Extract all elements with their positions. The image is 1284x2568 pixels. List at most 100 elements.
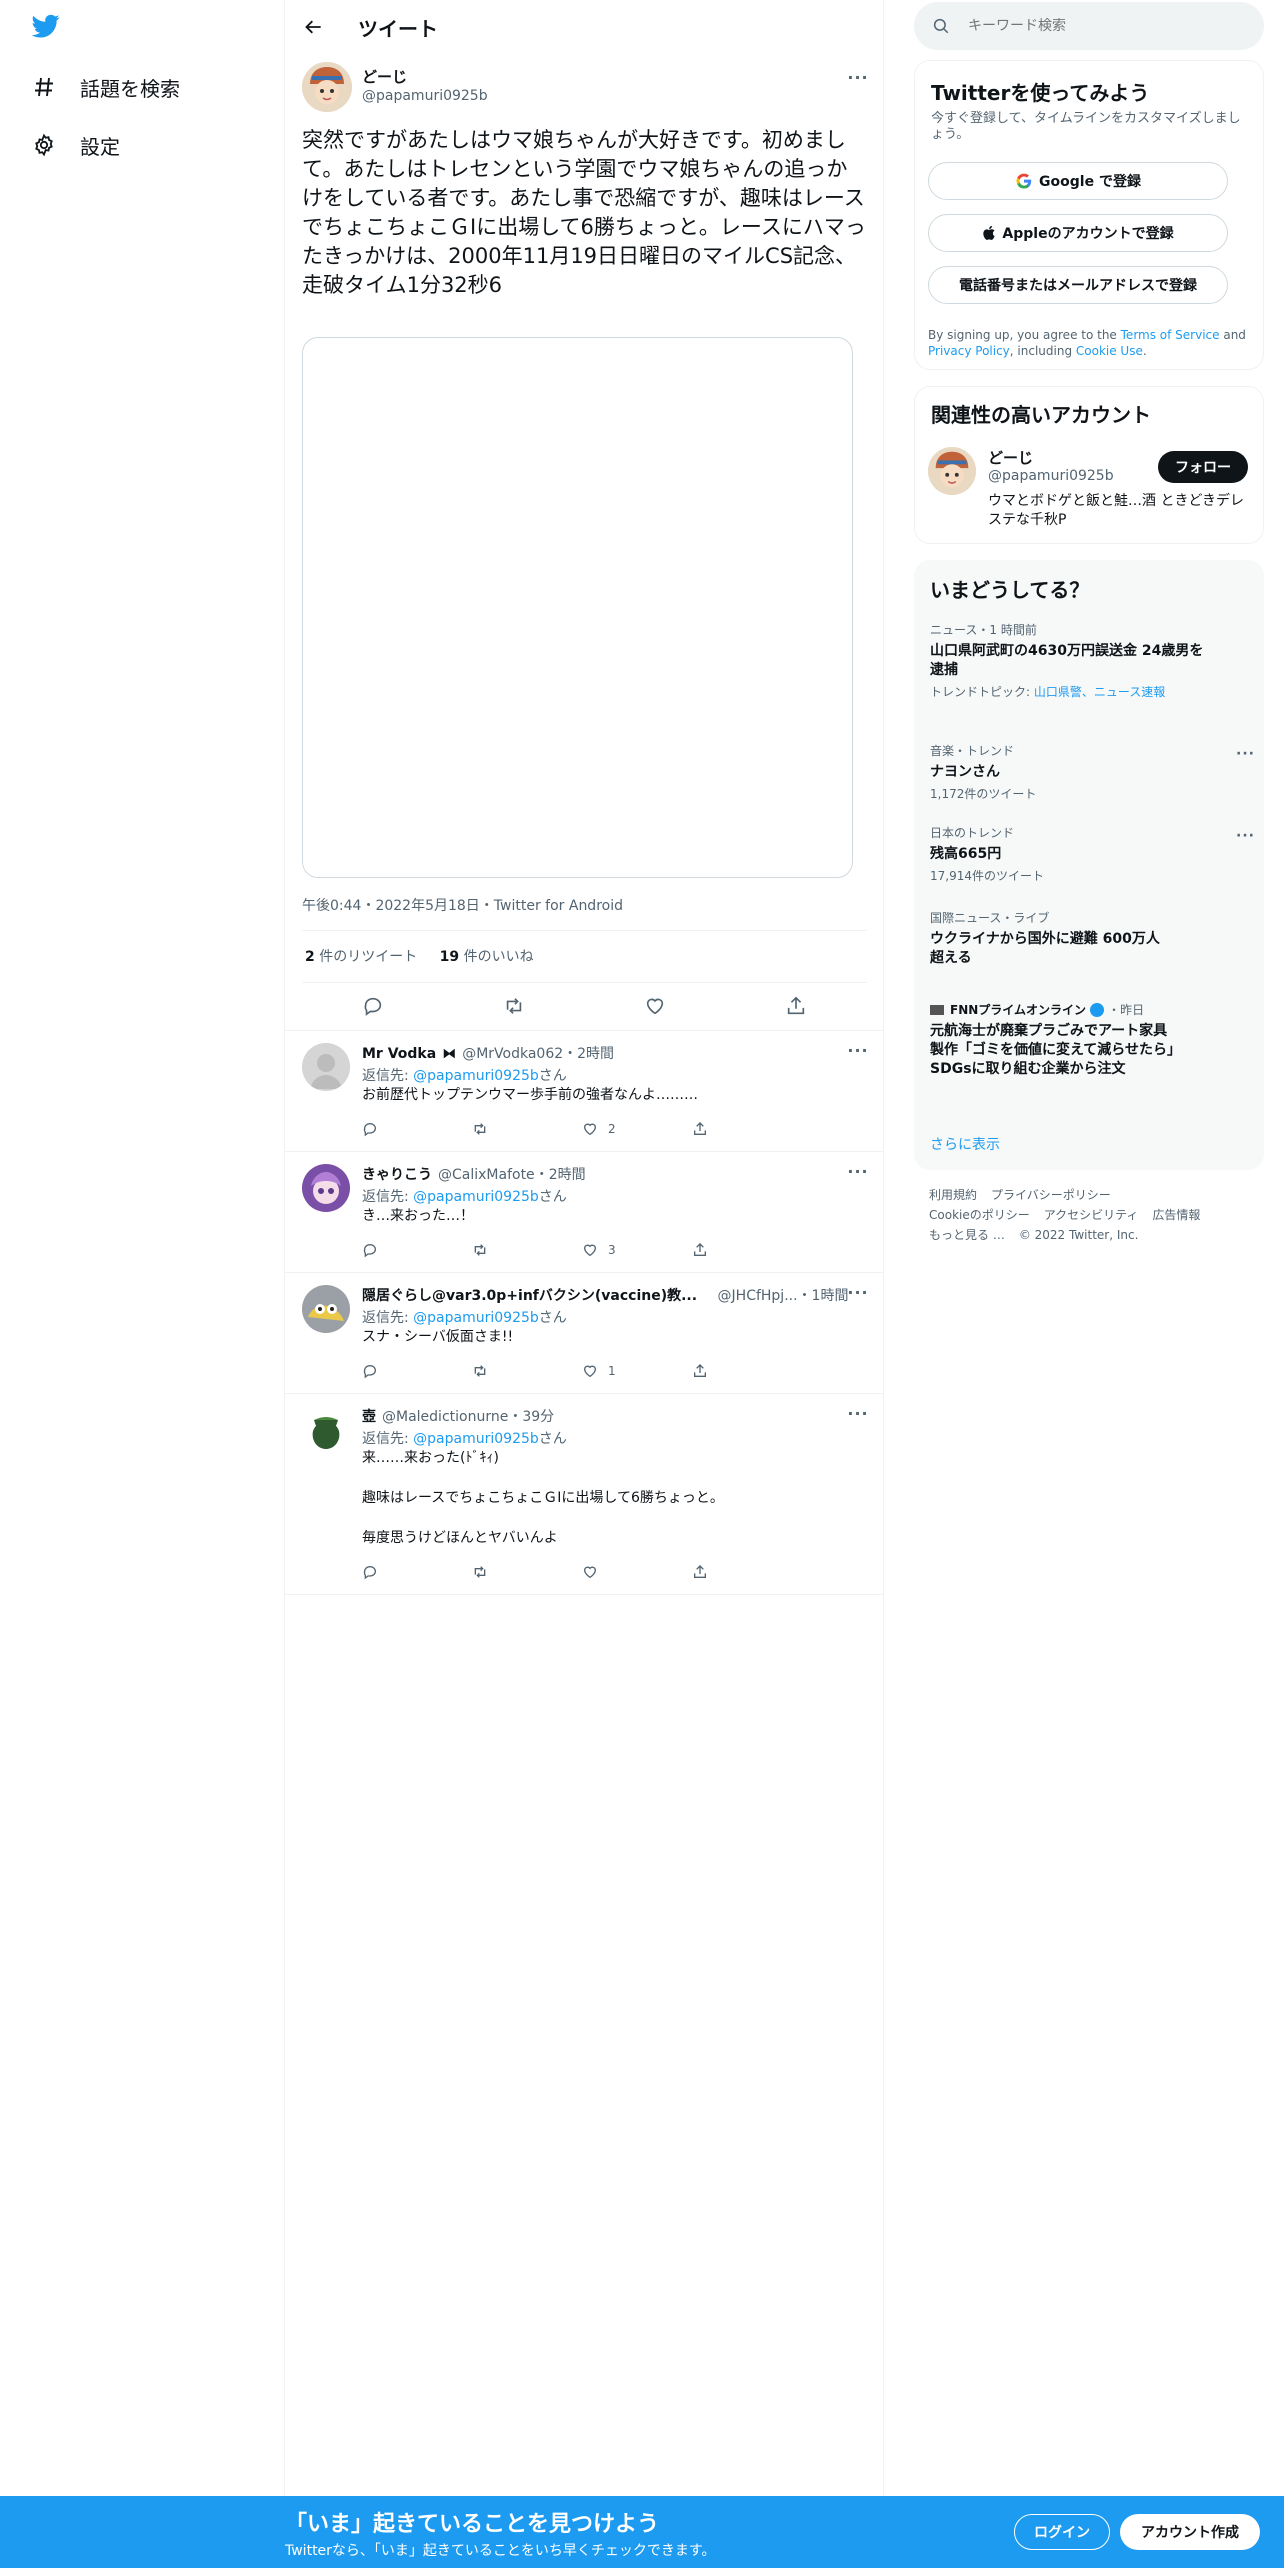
more-options-icon[interactable]: ··· [846, 1041, 870, 1060]
reply-icon[interactable] [362, 1363, 472, 1379]
related-title: 関連性の高いアカウント [931, 403, 1151, 427]
more-options-icon[interactable]: ··· [846, 1283, 870, 1302]
reply-to-link[interactable]: @papamuri0925b [413, 1310, 539, 1326]
reply-text: 来……来おった(ﾄﾞｷｨ) 趣味はレースでちょこちょこＧⅠに出場して6勝ちょっと… [362, 1450, 724, 1546]
author-name[interactable]: どーじ [362, 66, 407, 87]
like-stat[interactable]: 19 件のいいね [440, 949, 534, 965]
signup-subtitle: 今すぐ登録して、タイムラインをカスタマイズしましょう。 [931, 111, 1241, 142]
footer-link[interactable]: Cookieのポリシー [929, 1208, 1030, 1222]
like-icon[interactable]: 1 [582, 1363, 692, 1379]
more-options-icon[interactable]: ··· [846, 68, 870, 87]
signup-terms: By signing up, you agree to the Terms of… [928, 328, 1246, 358]
reply-item[interactable]: 隠居ぐらし@var3.0p+infバクシン(vaccine)教... @JHCf… [285, 1273, 884, 1394]
related-name[interactable]: どーじ [988, 447, 1033, 468]
reply-icon[interactable] [362, 1242, 472, 1258]
reply-item[interactable]: Mr Vodka ⧓ @MrVodka062・2時間 ··· 返信先: @papam… [285, 1031, 884, 1152]
signup-button[interactable]: アカウント作成 [1120, 2514, 1260, 2550]
share-icon[interactable] [781, 991, 811, 1021]
show-more-link[interactable]: さらに表示 [930, 1134, 1000, 1154]
retweet-icon[interactable] [472, 1121, 582, 1137]
trend-item[interactable]: ニュース・1 時間前 山口県阿武町の4630万円誤送金 24歳男を逮捕 トレンド… [930, 622, 1210, 700]
reply-to-link[interactable]: @papamuri0925b [413, 1068, 539, 1084]
retweet-icon[interactable] [499, 991, 529, 1021]
back-arrow-icon[interactable] [300, 13, 328, 41]
retweet-icon[interactable] [472, 1363, 582, 1379]
avatar[interactable] [302, 1043, 350, 1091]
privacy-link[interactable]: Privacy Policy [928, 344, 1010, 358]
reply-header: 隠居ぐらし@var3.0p+infバクシン(vaccine)教... @JHCf… [362, 1288, 849, 1304]
avatar[interactable] [928, 447, 976, 495]
bottom-signup-bar: 「いま」起きていることを見つけよう Twitterなら、「いま」起きていることを… [0, 2496, 1284, 2568]
trend-item[interactable]: 日本のトレンド 残高665円 17,914件のツイート [930, 825, 1210, 884]
reply-item[interactable]: 壺 @Maledictionurne・39分 ··· 返信先: @papamuri… [285, 1394, 884, 1595]
reply-actions: 1 [362, 1361, 802, 1381]
trend-item[interactable]: 音楽・トレンド ナヨンさん 1,172件のツイート [930, 743, 1210, 802]
footer-link[interactable]: アクセシビリティ [1044, 1208, 1139, 1222]
avatar[interactable] [302, 1406, 350, 1454]
like-icon[interactable]: 3 [582, 1242, 692, 1258]
share-icon[interactable] [692, 1121, 802, 1137]
retweet-stat[interactable]: 2 件のリツイート [305, 949, 417, 965]
related-handle[interactable]: @papamuri0925b [988, 468, 1114, 484]
signup-title: Twitterを使ってみよう [931, 81, 1150, 105]
nav-settings-label: 設定 [80, 134, 120, 159]
nav-explore-label: 話題を検索 [80, 76, 180, 101]
trends-title: いまどうしてる？ [930, 578, 1090, 602]
right-sidebar: Twitterを使ってみよう 今すぐ登録して、タイムラインをカスタマイズしましょ… [884, 0, 1284, 2568]
google-signup-button[interactable]: Google で登録 [928, 162, 1228, 200]
reply-item[interactable]: きゃりこう @CalixMafote・2時間 ··· 返信先: @papamuri… [285, 1152, 884, 1273]
bottom-bar-subtitle: Twitterなら、「いま」起きていることをいち早くチェックできます。 [285, 2543, 716, 2559]
related-bio: ウマとボドゲと飯と鮭…酒 ときどきデレステな千秋P [988, 493, 1245, 528]
tweet-meta[interactable]: 午後0:44・2022年5月18日・Twitter for Android [302, 895, 623, 915]
terms-link[interactable]: Terms of Service [1121, 328, 1220, 342]
footer: 利用規約 プライバシーポリシー Cookieのポリシー アクセシビリティ 広告情報 も… [929, 1185, 1249, 1245]
retweet-icon[interactable] [472, 1242, 582, 1258]
reply-to-link[interactable]: @papamuri0925b [413, 1189, 539, 1205]
author-handle[interactable]: @papamuri0925b [362, 88, 488, 104]
apple-signup-button[interactable]: Appleのアカウントで登録 [928, 214, 1228, 252]
reply-actions [362, 1562, 802, 1582]
footer-link[interactable]: 利用規約 [929, 1188, 977, 1202]
like-icon[interactable]: 2 [582, 1121, 692, 1137]
trend-topic-link[interactable]: 山口県警、ニュース速報 [1034, 685, 1165, 699]
more-options-icon[interactable]: ··· [1236, 828, 1255, 844]
avatar[interactable] [302, 62, 352, 112]
tweet-text: 突然ですがあたしはウマ娘ちゃんが大好きです。初めまして。あたしはトレセンという学… [302, 128, 866, 297]
reply-text: お前歴代トップテンウマー歩手前の強者なんよ……… [362, 1087, 698, 1103]
retweet-icon[interactable] [472, 1564, 582, 1580]
reply-icon[interactable] [362, 1564, 472, 1580]
follow-button[interactable]: フォロー [1158, 451, 1248, 483]
reply-icon[interactable] [358, 991, 388, 1021]
reply-actions: 3 [362, 1240, 802, 1260]
footer-link[interactable]: 広告情報 [1152, 1208, 1200, 1222]
more-options-icon[interactable]: ··· [846, 1162, 870, 1181]
avatar[interactable] [302, 1285, 350, 1333]
footer-link[interactable]: プライバシーポリシー [991, 1188, 1111, 1202]
news-source-logo-icon [930, 1005, 944, 1015]
nav-explore[interactable]: 話題を検索 [30, 67, 180, 107]
reply-icon[interactable] [362, 1121, 472, 1137]
trend-item[interactable]: FNNプライムオンライン・昨日 元航海士が廃棄プラごみでアート家具製作「ゴミを価… [930, 1002, 1188, 1079]
twitter-logo-icon[interactable] [30, 12, 72, 46]
reply-text: スナ・シーバ仮面さま!! [362, 1329, 514, 1345]
share-icon[interactable] [692, 1363, 802, 1379]
like-icon[interactable] [640, 991, 670, 1021]
search-box[interactable] [914, 2, 1264, 50]
like-icon[interactable] [582, 1564, 692, 1580]
more-options-icon[interactable]: ··· [846, 1404, 870, 1423]
avatar[interactable] [302, 1164, 350, 1212]
search-input[interactable] [968, 18, 1228, 34]
nav-settings[interactable]: 設定 [30, 125, 120, 165]
login-button[interactable]: ログイン [1014, 2514, 1110, 2550]
trend-item[interactable]: 国際ニュース・ライブ ウクライナから国外に避難 600万人超える [930, 910, 1210, 968]
footer-link[interactable]: もっと見る … [929, 1228, 1005, 1242]
phone-email-signup-button[interactable]: 電話番号またはメールアドレスで登録 [928, 266, 1228, 304]
reply-to: 返信先: @papamuri0925bさん [362, 1189, 567, 1205]
cookie-link[interactable]: Cookie Use [1076, 344, 1143, 358]
reply-to-link[interactable]: @papamuri0925b [413, 1431, 539, 1447]
tweet-media[interactable] [302, 337, 853, 878]
related-accounts-card: 関連性の高いアカウント どーじ @papamuri0925b フォロー ウマとボ… [914, 386, 1264, 544]
share-icon[interactable] [692, 1242, 802, 1258]
more-options-icon[interactable]: ··· [1236, 746, 1255, 762]
share-icon[interactable] [692, 1564, 802, 1580]
